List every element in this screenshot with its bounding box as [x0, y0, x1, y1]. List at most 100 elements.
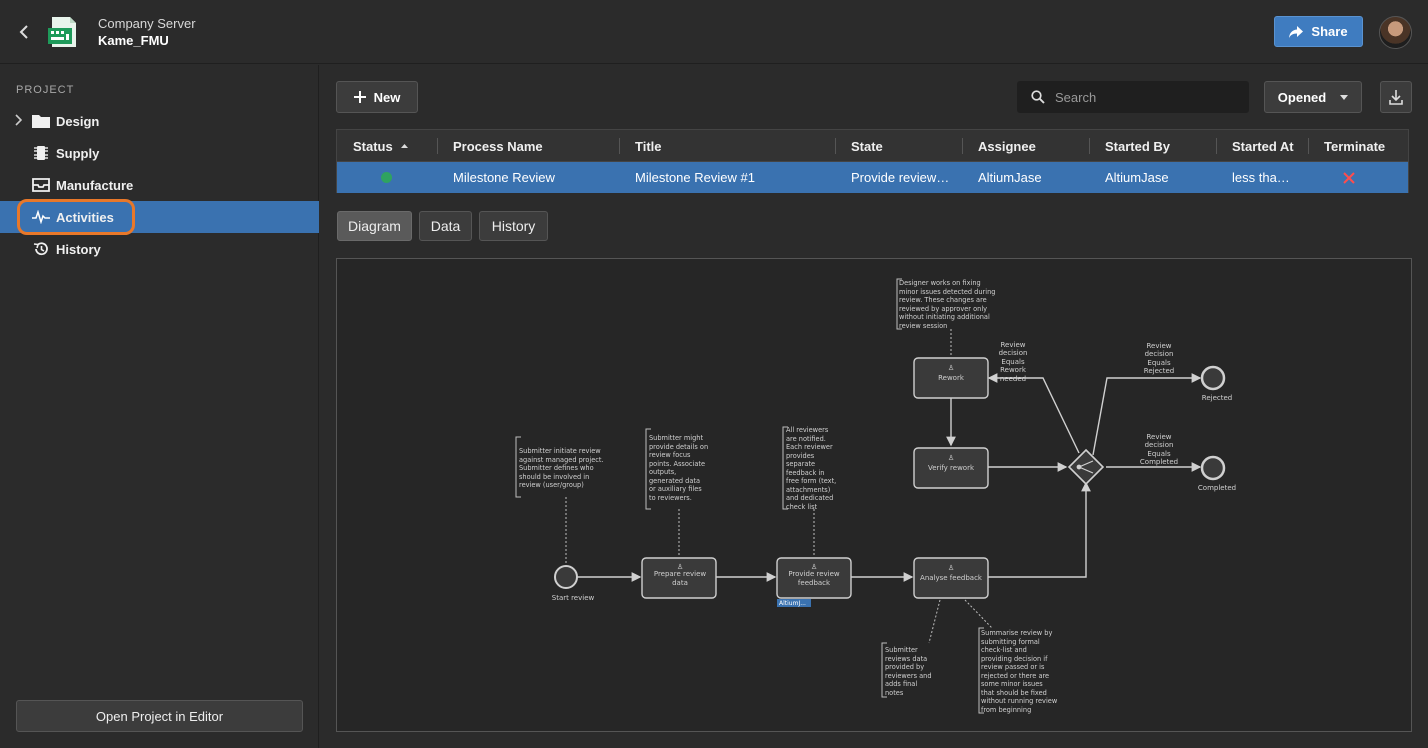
chevron-left-icon — [19, 25, 28, 39]
note-text: without running review — [981, 697, 1058, 705]
note-text: Submitter initiate review — [519, 447, 601, 455]
sidebar-item-label: Design — [56, 113, 100, 129]
back-button[interactable] — [14, 20, 34, 44]
tab-diagram[interactable]: Diagram — [337, 211, 412, 241]
column-header-title[interactable]: Title — [635, 130, 662, 162]
new-button[interactable]: New — [336, 81, 418, 113]
note-text: without initiating additional — [899, 313, 990, 321]
column-header-started-by[interactable]: Started By — [1105, 130, 1170, 162]
note-text: notes — [885, 689, 904, 697]
column-header-terminate[interactable]: Terminate — [1324, 130, 1385, 162]
note-text: providing decision if — [981, 655, 1048, 663]
process-name-cell: Milestone Review — [453, 170, 555, 185]
column-header-process-name[interactable]: Process Name — [453, 130, 543, 162]
note-text: provides — [786, 452, 815, 460]
column-header-assignee[interactable]: Assignee — [978, 130, 1036, 162]
note-text: Each reviewer — [786, 443, 833, 451]
node-start-label: Start review — [552, 594, 595, 602]
column-header-status[interactable]: Status — [353, 130, 408, 162]
condition-label: Review — [1001, 341, 1026, 349]
filter-dropdown[interactable]: Opened — [1264, 81, 1362, 113]
server-name: Company Server — [98, 16, 196, 31]
main-panel: New Opened Status Process Name Title Sta… — [320, 65, 1428, 748]
note-text: that should be fixed — [981, 689, 1047, 697]
started-by-cell: AltiumJase — [1105, 170, 1169, 185]
note-text: are notified. — [786, 435, 826, 443]
sidebar-item-manufacture[interactable]: Manufacture — [0, 169, 319, 201]
tray-icon — [32, 177, 50, 193]
node-prepare-label: Prepare review — [654, 570, 707, 578]
note-text: reviewers and — [885, 672, 932, 680]
node-analyse-label: Analyse feedback — [920, 574, 983, 582]
note-text: outputs, — [649, 468, 676, 476]
sidebar: PROJECT Design Supply Manufacture Activi… — [0, 65, 319, 748]
sidebar-item-label: Activities — [56, 209, 114, 225]
note-text: review (user/group) — [519, 481, 584, 489]
note-text: check-list and — [981, 646, 1027, 654]
column-label: Status — [353, 138, 393, 154]
tab-data[interactable]: Data — [419, 211, 472, 241]
download-button[interactable] — [1380, 81, 1412, 113]
open-project-in-editor-button[interactable]: Open Project in Editor — [16, 700, 303, 732]
share-label: Share — [1311, 24, 1348, 39]
note-text: review session — [899, 322, 947, 330]
note-text: minor issues detected during — [899, 288, 995, 296]
node-rejected-label: Rejected — [1202, 394, 1232, 402]
note-text: or auxiliary files — [649, 485, 702, 493]
download-icon — [1389, 89, 1403, 105]
sidebar-section-label: PROJECT — [16, 84, 75, 96]
tab-history[interactable]: History — [479, 211, 548, 241]
sidebar-item-label: Supply — [56, 145, 100, 161]
column-header-state[interactable]: State — [851, 130, 883, 162]
condition-label: Completed — [1140, 458, 1178, 466]
sidebar-item-history[interactable]: History — [0, 233, 319, 265]
sidebar-item-activities[interactable]: Activities — [0, 201, 319, 233]
note-text: generated data — [649, 477, 700, 485]
started-at-cell: less tha… — [1232, 170, 1290, 185]
process-table: Status Process Name Title State Assignee… — [336, 129, 1409, 193]
condition-label: Equals — [1001, 358, 1025, 366]
sidebar-item-label: History — [56, 241, 101, 257]
note-text: feedback in — [786, 469, 824, 477]
sidebar-item-label: Manufacture — [56, 177, 134, 193]
user-task-icon: ♙ — [948, 364, 954, 372]
note-text: reviewed by approver only — [899, 305, 987, 313]
plus-icon — [353, 91, 366, 103]
condition-label: Equals — [1147, 359, 1171, 367]
condition-label: decision — [1145, 350, 1174, 358]
table-header: Status Process Name Title State Assignee… — [337, 130, 1408, 162]
note-text: Submitter might — [649, 434, 703, 442]
chevron-right-icon[interactable] — [14, 113, 26, 129]
project-logo-icon — [46, 14, 82, 50]
sidebar-item-supply[interactable]: Supply — [0, 137, 319, 169]
sidebar-item-design[interactable]: Design — [0, 105, 319, 137]
sort-ascending-icon — [400, 144, 408, 148]
note-text: to reviewers. — [649, 494, 692, 502]
chip-icon — [32, 145, 50, 161]
caret-down-icon — [1340, 94, 1349, 100]
note-text: rejected or there are — [981, 672, 1049, 680]
terminate-button[interactable] — [1343, 162, 1355, 193]
node-completed-label: Completed — [1198, 484, 1236, 492]
note-text: Submitter defines who — [519, 464, 594, 472]
condition-label: Review — [1147, 433, 1172, 441]
note-text: provide details on — [649, 443, 708, 451]
column-header-started-at[interactable]: Started At — [1232, 130, 1294, 162]
condition-label: Rejected — [1144, 367, 1174, 375]
share-button[interactable]: Share — [1274, 16, 1363, 47]
note-text: review. These changes are — [899, 296, 987, 304]
note-text: separate — [786, 460, 815, 468]
condition-label: decision — [1145, 441, 1174, 449]
condition-label: Review — [1147, 342, 1172, 350]
new-label: New — [373, 89, 401, 105]
search-input[interactable] — [1055, 89, 1235, 105]
process-diagram: Start review ♙ Prepare review data ♙ Pro… — [336, 258, 1412, 732]
note-text: Designer works on fixing — [899, 279, 981, 287]
table-row[interactable]: Milestone Review Milestone Review #1 Pro… — [337, 162, 1408, 193]
search-box[interactable] — [1017, 81, 1249, 113]
note-text: review focus — [649, 451, 691, 459]
assignee-badge: AltiumJ... — [779, 600, 806, 607]
assignee-cell: AltiumJase — [978, 170, 1042, 185]
user-avatar[interactable] — [1379, 16, 1412, 49]
condition-label: decision — [999, 349, 1028, 357]
